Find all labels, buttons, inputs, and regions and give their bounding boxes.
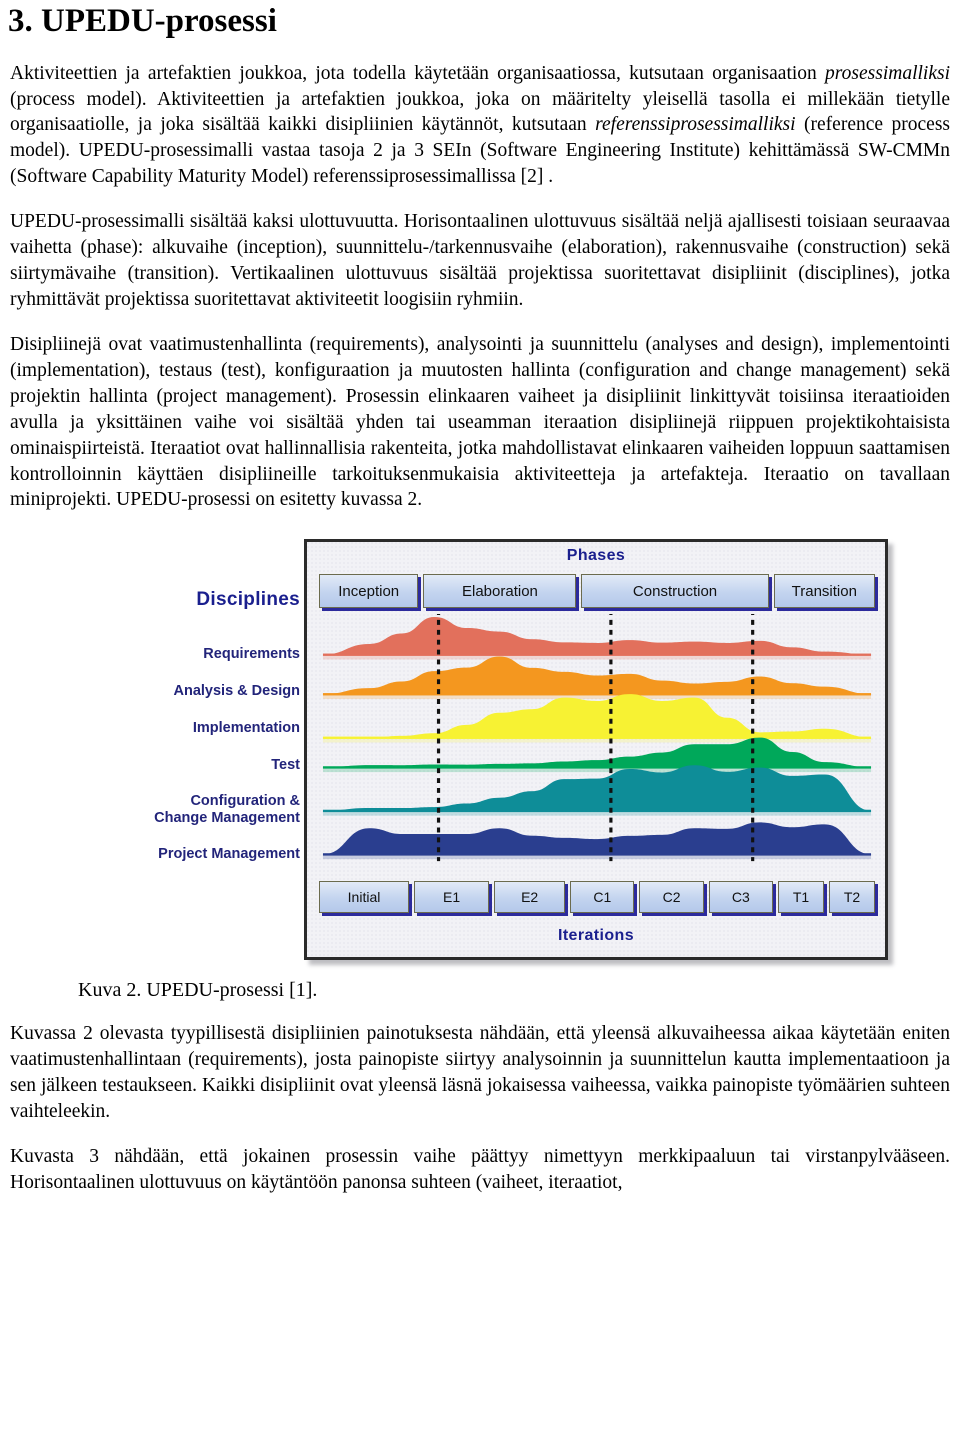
iterations-title: Iterations: [557, 927, 634, 945]
page-title: 3. UPEDU-prosessi: [8, 3, 277, 39]
config-line-2: Change Management: [154, 810, 300, 827]
paragraph-1-italic-1: prosessimalliksi: [825, 62, 950, 84]
upedu-process-figure: Disciplines Requirements Analysis & Desi…: [88, 539, 888, 969]
phase-box-label: Construction: [632, 582, 718, 600]
iteration-box-c1[interactable]: C1: [570, 881, 635, 914]
phase-box-label: Transition: [791, 582, 857, 600]
paragraph-4: Kuvassa 2 olevasta tyypillisestä disipli…: [10, 1023, 950, 1123]
discipline-label-test: Test: [271, 756, 300, 773]
document-page: 3. UPEDU-prosessi Aktiviteettien ja arte…: [0, 4, 960, 1446]
discipline-label-project-management: Project Management: [158, 845, 300, 862]
discipline-label-requirements: Requirements: [203, 645, 300, 662]
process-chart: Phases Inception Elaboration Construction T…: [304, 539, 888, 961]
curve-requirements: [322, 617, 872, 660]
paragraph-3: Disipliinejä ovat vaatimustenhallinta (r…: [10, 333, 950, 511]
iteration-box-label: T2: [843, 889, 861, 906]
phase-box-inception[interactable]: Inception: [319, 574, 419, 609]
curve-test: [322, 737, 872, 773]
iteration-row: Initial E1 E2 C1 C2 C3 T1 T2: [319, 881, 875, 914]
paragraph-1: Aktiviteettien ja artefaktien joukkoa, j…: [10, 61, 950, 191]
iteration-box-e1[interactable]: E1: [414, 881, 490, 914]
paragraph-5: Kuvasta 3 nähdään, että jokainen prosess…: [10, 1146, 950, 1193]
iteration-box-c3[interactable]: C3: [708, 881, 773, 914]
iteration-box-label: C3: [731, 889, 750, 906]
curve-configuration-change-management: [322, 765, 872, 817]
phase-box-construction[interactable]: Construction: [581, 574, 769, 609]
iteration-box-t1[interactable]: T1: [778, 881, 824, 914]
discipline-label-implementation: Implementation: [192, 719, 300, 736]
iteration-box-label: Initial: [347, 889, 381, 906]
iteration-box-c2[interactable]: C2: [639, 881, 704, 914]
iteration-box-initial[interactable]: Initial: [319, 881, 409, 914]
phase-box-label: Inception: [338, 582, 400, 600]
iteration-box-t2[interactable]: T2: [829, 881, 875, 914]
phase-box-transition[interactable]: Transition: [773, 574, 875, 609]
iteration-box-label: E1: [442, 889, 461, 906]
curves-svg: [322, 614, 872, 862]
paragraph-1-italic-2: referenssiprosessimalliksi: [595, 114, 796, 136]
figure-container: Disciplines Requirements Analysis & Desi…: [0, 539, 960, 969]
iteration-box-label: C2: [662, 889, 681, 906]
phases-title: Phases: [566, 547, 626, 565]
paragraph-1-text-a: Aktiviteettien ja artefaktien joukkoa, j…: [10, 62, 826, 84]
iteration-box-label: C1: [593, 889, 612, 906]
curve-implementation: [322, 694, 872, 743]
phase-box-elaboration[interactable]: Elaboration: [423, 574, 577, 609]
disciplines-title: Disciplines: [196, 589, 300, 611]
paragraph-2: UPEDU-prosessimalli sisältää kaksi ulott…: [10, 211, 950, 311]
iteration-box-label: E2: [521, 889, 539, 906]
curve-analysis-design: [322, 656, 872, 700]
discipline-label-configuration-change-management: Configuration & Change Management: [88, 793, 300, 845]
discipline-curves: [319, 614, 875, 873]
iteration-box-e2[interactable]: E2: [494, 881, 566, 914]
discipline-label-analysis-design: Analysis & Design: [173, 682, 300, 699]
phase-row: Inception Elaboration Construction Transiti…: [319, 574, 875, 609]
phase-box-label: Elaboration: [462, 582, 538, 600]
curve-project-management: [322, 822, 872, 860]
iteration-box-label: T1: [792, 889, 810, 906]
config-line-1: Configuration &: [190, 792, 300, 809]
discipline-label-column: Disciplines Requirements Analysis & Desi…: [88, 539, 300, 881]
figure-caption: Kuva 2. UPEDU-prosessi [1].: [78, 979, 318, 1002]
